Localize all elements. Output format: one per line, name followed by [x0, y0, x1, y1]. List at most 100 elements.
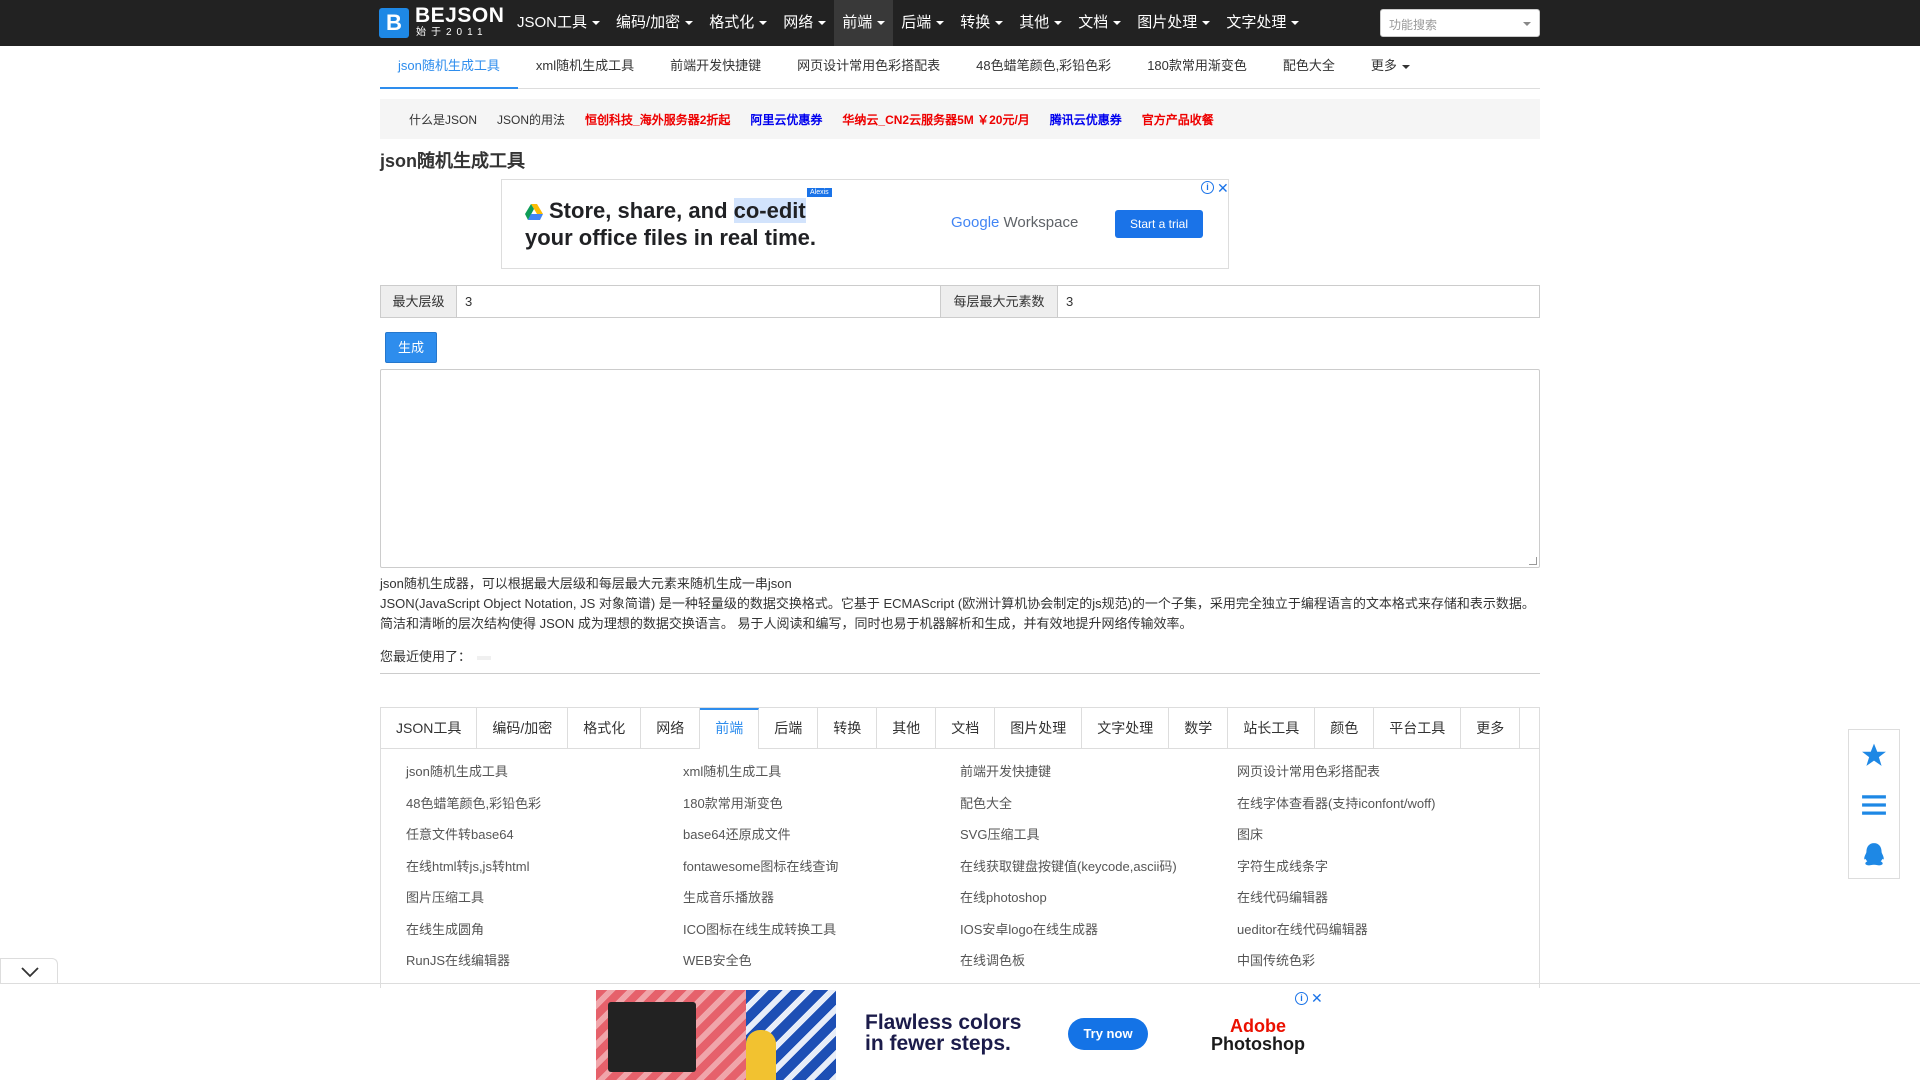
tool-link[interactable]: fontawesome图标在线查询: [683, 859, 960, 891]
ad-collapse-button[interactable]: [0, 958, 58, 984]
search-input[interactable]: 功能搜索: [1380, 9, 1540, 37]
sub-tab[interactable]: 前端开发快捷键: [652, 46, 779, 89]
ad-banner-top[interactable]: Store, share, and co-edit your office fi…: [501, 179, 1229, 269]
tool-link[interactable]: WEB安全色: [683, 953, 960, 985]
ad-banner-bottom[interactable]: Flawless colors in fewer steps. Try now …: [596, 990, 1324, 1080]
category-tab[interactable]: 站长工具: [1228, 708, 1316, 749]
ad-brand: Google Workspace: [951, 214, 1079, 231]
tool-link[interactable]: 前端开发快捷键: [960, 764, 1237, 796]
category-tab[interactable]: 文档: [936, 708, 996, 749]
category-tab[interactable]: 格式化: [568, 708, 642, 749]
category-tab[interactable]: JSON工具: [381, 708, 478, 749]
json-output-textarea[interactable]: [380, 369, 1540, 568]
sub-tab[interactable]: 更多: [1353, 46, 1428, 89]
tool-link[interactable]: base64还原成文件: [683, 827, 960, 859]
max-items-input[interactable]: 3: [1057, 285, 1540, 318]
category-tab[interactable]: 数学: [1169, 708, 1229, 749]
category-tab[interactable]: 其他: [877, 708, 937, 749]
category-tab[interactable]: 后端: [759, 708, 819, 749]
logo[interactable]: B BEJSON 始于2011: [379, 5, 504, 40]
category-tab[interactable]: 转换: [818, 708, 878, 749]
tool-link[interactable]: 字符生成线条字: [1237, 859, 1514, 891]
ad-cta-button[interactable]: Start a trial: [1115, 210, 1203, 238]
category-tab[interactable]: 图片处理: [995, 708, 1083, 749]
menu-button[interactable]: [1849, 780, 1899, 830]
promo-link[interactable]: 华纳云_CN2云服务器5M ￥20元/月: [842, 111, 1029, 128]
favorite-button[interactable]: [1849, 730, 1899, 780]
category-tab[interactable]: 更多: [1461, 708, 1521, 749]
tool-link[interactable]: RunJS在线编辑器: [406, 953, 683, 985]
tool-link[interactable]: json随机生成工具: [406, 764, 683, 796]
close-icon[interactable]: ✕: [1217, 181, 1229, 195]
tool-link[interactable]: SVG压缩工具: [960, 827, 1237, 859]
chevron-down-icon: [21, 967, 39, 978]
nav-item[interactable]: 文档: [1070, 0, 1129, 46]
category-tab[interactable]: 文字处理: [1082, 708, 1170, 749]
tool-link[interactable]: 图片压缩工具: [406, 890, 683, 922]
promo-link[interactable]: 官方产品收餐: [1142, 111, 1214, 128]
promo-link[interactable]: 恒创科技_海外服务器2折起: [585, 111, 730, 128]
nav-item[interactable]: 图片处理: [1129, 0, 1218, 46]
qq-button[interactable]: [1849, 830, 1899, 880]
category-tab[interactable]: 颜色: [1315, 708, 1375, 749]
promo-link[interactable]: 什么是JSON: [409, 111, 477, 128]
nav-item[interactable]: 后端: [893, 0, 952, 46]
nav-item[interactable]: 编码/加密: [608, 0, 701, 46]
category-panel: json随机生成工具 xml随机生成工具 前端开发快捷键 网页设计常用色彩搭配表 48色…: [380, 748, 1540, 988]
nav-item[interactable]: 转换: [952, 0, 1011, 46]
category-tab[interactable]: 编码/加密: [477, 708, 569, 749]
ad-info-icon[interactable]: i: [1295, 992, 1308, 1005]
tool-link[interactable]: 180款常用渐变色: [683, 796, 960, 828]
tool-link[interactable]: 配色大全: [960, 796, 1237, 828]
tool-link[interactable]: 生成音乐播放器: [683, 890, 960, 922]
promo-link[interactable]: 阿里云优惠券: [750, 111, 822, 128]
ad-info-icon[interactable]: i: [1201, 181, 1214, 194]
divider: [380, 673, 1540, 674]
tool-link[interactable]: 网页设计常用色彩搭配表: [1237, 764, 1514, 796]
sub-tab[interactable]: 配色大全: [1265, 46, 1353, 89]
tool-link[interactable]: ICO图标在线生成转换工具: [683, 922, 960, 954]
nav-item[interactable]: JSON工具: [509, 0, 608, 46]
nav-item-label: 格式化: [709, 14, 755, 31]
max-depth-input[interactable]: 3: [456, 285, 941, 318]
tool-link[interactable]: 在线生成圆角: [406, 922, 683, 954]
tool-link[interactable]: 在线调色板: [960, 953, 1237, 985]
category-tab[interactable]: 网络: [641, 708, 701, 749]
tool-link[interactable]: ueditor在线代码编辑器: [1237, 922, 1514, 954]
tool-link[interactable]: 在线代码编辑器: [1237, 890, 1514, 922]
nav-item[interactable]: 格式化: [701, 0, 775, 46]
sub-tab[interactable]: 180款常用渐变色: [1129, 46, 1265, 89]
tool-link[interactable]: 在线获取键盘按键值(keycode,ascii码): [960, 859, 1237, 891]
tool-link[interactable]: 48色蜡笔颜色,彩铅色彩: [406, 796, 683, 828]
tool-link[interactable]: 在线字体查看器(支持iconfont/woff): [1237, 796, 1514, 828]
tool-link[interactable]: 在线html转js,js转html: [406, 859, 683, 891]
tool-link[interactable]: xml随机生成工具: [683, 764, 960, 796]
tool-link[interactable]: 图床: [1237, 827, 1514, 859]
main-nav: JSON工具 编码/加密 格式化 网络 前端 后端 转换 其他 文档 图片处理 文字处理: [509, 0, 1307, 46]
sub-tab[interactable]: xml随机生成工具: [518, 46, 652, 89]
sub-tab[interactable]: 网页设计常用色彩搭配表: [779, 46, 958, 89]
sub-tab[interactable]: json随机生成工具: [380, 46, 518, 89]
nav-item[interactable]: 前端: [834, 0, 894, 46]
promo-link[interactable]: JSON的用法: [497, 111, 565, 128]
tool-link[interactable]: IOS安卓logo在线生成器: [960, 922, 1237, 954]
tool-link[interactable]: 在线photoshop: [960, 890, 1237, 922]
nav-item[interactable]: 其他: [1011, 0, 1070, 46]
caret-down-icon: [877, 21, 886, 26]
tool-link[interactable]: 任意文件转base64: [406, 827, 683, 859]
sub-tab[interactable]: 48色蜡笔颜色,彩铅色彩: [958, 46, 1129, 89]
nav-item[interactable]: 文字处理: [1218, 0, 1307, 46]
category-tab[interactable]: 前端: [700, 708, 760, 749]
promo-link[interactable]: 腾讯云优惠券: [1050, 111, 1122, 128]
close-icon[interactable]: ✕: [1311, 991, 1323, 1005]
resize-grip-icon[interactable]: [1529, 557, 1537, 565]
recent-used-item[interactable]: [477, 655, 492, 660]
generate-button[interactable]: 生成: [385, 332, 437, 363]
nav-item[interactable]: 网络: [775, 0, 834, 46]
category-tab[interactable]: 平台工具: [1374, 708, 1462, 749]
top-navbar: B BEJSON 始于2011 JSON工具 编码/加密 格式化 网络 前端 后端 转换 其他…: [0, 0, 1920, 46]
menu-icon: [1862, 795, 1886, 815]
ad-cta-button[interactable]: Try now: [1068, 1018, 1148, 1050]
tool-link[interactable]: 中国传统色彩: [1237, 953, 1514, 985]
sub-tab-label: xml随机生成工具: [535, 58, 635, 73]
